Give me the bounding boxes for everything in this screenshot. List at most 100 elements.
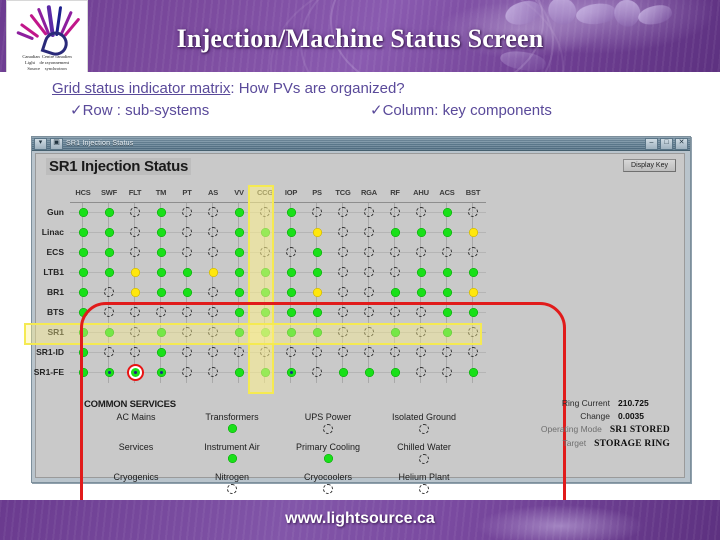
window-titlebar[interactable]: ▾ ▣ SR1 Injection Status – □ ✕: [32, 137, 690, 151]
common-services-led-wrap: [276, 424, 380, 434]
grid-row-label: Gun: [47, 207, 64, 217]
target-line: Target STORAGE RING: [460, 438, 670, 449]
common-services-item[interactable]: Helium Plant: [372, 472, 476, 494]
common-services-item-label: UPS Power: [304, 412, 352, 422]
status-led: [390, 347, 400, 357]
common-services-item[interactable]: UPS Power: [276, 412, 380, 434]
status-led: [442, 347, 452, 357]
status-led: [364, 367, 374, 377]
ring-current-line: Ring Current 210.725: [460, 398, 670, 408]
status-led: [156, 247, 166, 257]
status-led: [227, 424, 237, 433]
status-led: [442, 287, 452, 297]
status-led: [442, 367, 452, 377]
close-button[interactable]: ✕: [675, 138, 688, 150]
status-led: [286, 207, 296, 217]
status-led: [390, 227, 400, 237]
status-led: [312, 347, 322, 357]
common-services-item-label: Nitrogen: [214, 472, 250, 482]
page-title: Injection/Machine Status Screen: [176, 24, 544, 53]
status-led: [390, 247, 400, 257]
common-services-led-wrap: [276, 454, 380, 463]
status-led: [323, 424, 333, 434]
grid-row-label: BR1: [46, 287, 64, 297]
status-led: [390, 207, 400, 217]
status-led: [416, 307, 426, 317]
window-controls: – □ ✕: [645, 138, 688, 150]
grid-indicator-cell[interactable]: [456, 302, 490, 322]
status-led: [312, 367, 322, 377]
common-services-item-label: Instrument Air: [204, 442, 260, 452]
common-services-item[interactable]: Services: [84, 442, 188, 452]
status-led: [130, 247, 140, 257]
status-led: [234, 227, 244, 237]
minimize-button[interactable]: –: [645, 138, 658, 150]
status-led: [468, 247, 478, 257]
status-led: [390, 287, 400, 297]
status-led: [416, 207, 426, 217]
display-key-button[interactable]: Display Key: [623, 159, 676, 172]
status-led: [312, 287, 322, 297]
common-services-led-wrap: [180, 484, 284, 494]
ring-current-value: 210.725: [618, 398, 649, 408]
status-led: [234, 287, 244, 297]
grid-indicator-cell[interactable]: [456, 262, 490, 282]
common-services-item[interactable]: Transformers: [180, 412, 284, 433]
common-services-item[interactable]: AC Mains: [84, 412, 188, 422]
status-led: [104, 247, 114, 257]
common-services-led-wrap: [276, 484, 380, 494]
status-led: [182, 267, 192, 277]
grid-indicator-cell[interactable]: [456, 362, 490, 382]
status-led: [156, 347, 166, 357]
status-led: [286, 347, 296, 357]
grid-indicator-cell[interactable]: [456, 342, 490, 362]
status-led: [130, 347, 140, 357]
status-led: [208, 227, 218, 237]
window-menu-icon[interactable]: ▾: [34, 137, 47, 150]
status-led: [286, 307, 296, 317]
change-label: Change: [580, 411, 610, 421]
status-led: [419, 424, 429, 434]
status-led: [390, 307, 400, 317]
status-led: [390, 267, 400, 277]
status-led: [338, 227, 348, 237]
status-led: [364, 347, 374, 357]
status-led: [234, 347, 244, 357]
status-led: [312, 307, 322, 317]
status-led: [78, 367, 88, 377]
common-services-row: Services Instrument Air Primary Cooling Chi…: [84, 442, 474, 472]
status-led: [286, 227, 296, 237]
common-services-led-wrap: [372, 454, 476, 464]
common-services-item-label: Services: [118, 442, 154, 452]
grid-indicator-cell[interactable]: [456, 202, 490, 222]
status-led: [338, 347, 348, 357]
status-led: [104, 307, 114, 317]
status-led: [78, 347, 88, 357]
common-services-item[interactable]: Nitrogen: [180, 472, 284, 494]
ring-current-label: Ring Current: [561, 398, 610, 408]
common-services-item[interactable]: Instrument Air: [180, 442, 284, 463]
status-led: [312, 227, 322, 237]
common-services-item[interactable]: Primary Cooling: [276, 442, 380, 463]
grid-indicator-cell[interactable]: [456, 282, 490, 302]
status-led: [130, 287, 140, 297]
status-led: [182, 307, 192, 317]
status-led: [182, 207, 192, 217]
status-led: [78, 307, 88, 317]
status-led: [416, 367, 426, 377]
status-led: [182, 347, 192, 357]
bullet-row: ✓Row : sub-systems: [70, 102, 210, 119]
grid-indicator-cell[interactable]: [456, 222, 490, 242]
status-led: [156, 367, 166, 377]
operating-mode-line: Operating Mode SR1 STORED: [460, 424, 670, 435]
grid-indicator-cell[interactable]: [456, 242, 490, 262]
status-led: [208, 347, 218, 357]
status-led: [390, 367, 400, 377]
status-led: [442, 267, 452, 277]
maximize-button[interactable]: □: [660, 138, 673, 150]
common-services-item[interactable]: Cryogenics: [84, 472, 188, 482]
status-led: [78, 227, 88, 237]
status-led: [182, 227, 192, 237]
common-services-item[interactable]: Cryocoolers: [276, 472, 380, 494]
status-led: [364, 307, 374, 317]
